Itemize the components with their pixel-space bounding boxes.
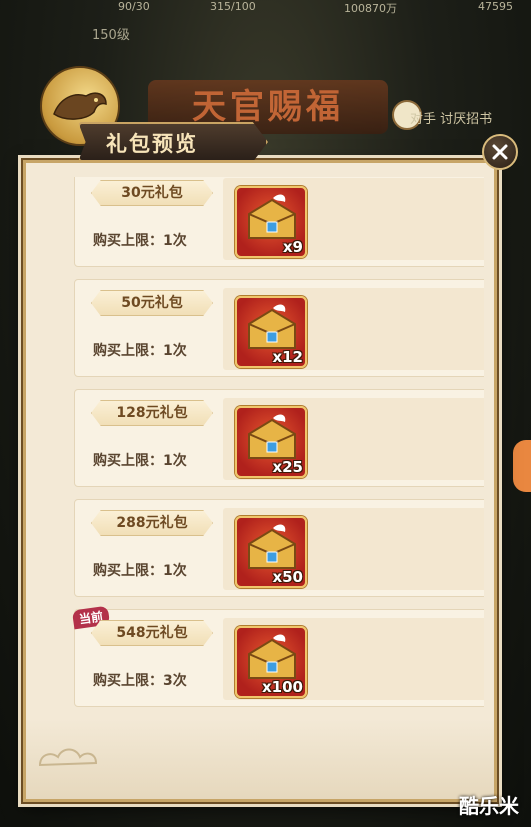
- package-row: 50元礼包 购买上限：1次 x12: [74, 279, 484, 377]
- package-name: 288元礼包: [91, 510, 213, 536]
- player-level: 150级: [92, 28, 130, 43]
- cloud-icon: [38, 748, 98, 767]
- purchase-limit: 购买上限：1次: [93, 233, 187, 249]
- treasure-chest-icon[interactable]: x9: [235, 186, 307, 258]
- watermark-text: 酷乐米: [459, 794, 519, 818]
- hud-stat-3: 100870万: [344, 2, 397, 15]
- close-button[interactable]: [482, 134, 518, 170]
- package-name: 30元礼包: [91, 180, 213, 206]
- game-hud: 90/30 315/100 100870万 47595 150级: [0, 0, 531, 60]
- item-quantity: x9: [282, 238, 303, 256]
- item-quantity: x50: [272, 568, 303, 586]
- dialog-title: 礼包预览: [106, 132, 198, 156]
- reward-area: x12: [223, 288, 484, 370]
- cloud-decoration: [26, 719, 494, 799]
- gift-pack-dialog: 30元礼包 购买上限：1次 x9 50元礼包 购买上限：1次 x12 128元礼…: [21, 158, 499, 804]
- hud-stat-4: 47595: [478, 0, 513, 13]
- treasure-chest-icon[interactable]: x25: [235, 406, 307, 478]
- item-quantity: x25: [272, 458, 303, 476]
- treasure-chest-icon[interactable]: x12: [235, 296, 307, 368]
- package-row: 30元礼包 购买上限：1次 x9: [74, 177, 484, 267]
- package-name: 128元礼包: [91, 400, 213, 426]
- purchase-limit: 购买上限：3次: [93, 673, 187, 689]
- package-row: 288元礼包 购买上限：1次 x50: [74, 499, 484, 597]
- treasure-chest-icon[interactable]: x50: [235, 516, 307, 588]
- package-name: 548元礼包: [91, 620, 213, 646]
- hud-stat-1: 90/30: [118, 0, 150, 13]
- hud-stat-2: 315/100: [210, 0, 256, 13]
- package-row: 128元礼包 购买上限：1次 x25: [74, 389, 484, 487]
- reward-area: x50: [223, 508, 484, 590]
- item-quantity: x12: [272, 348, 303, 366]
- background-menu-text: 对手 讨厌招书: [410, 112, 493, 127]
- beast-icon: [53, 92, 107, 120]
- reward-area: x100: [223, 618, 484, 700]
- reward-area: x9: [223, 178, 484, 260]
- purchase-limit: 购买上限：1次: [93, 453, 187, 469]
- side-tab-button: [513, 440, 531, 492]
- purchase-limit: 购买上限：1次: [93, 563, 187, 579]
- reward-area: x25: [223, 398, 484, 480]
- close-icon: [492, 144, 508, 160]
- dialog-title-emblem: 礼包预览: [6, 66, 276, 164]
- item-quantity: x100: [262, 678, 303, 696]
- package-name: 50元礼包: [91, 290, 213, 316]
- treasure-chest-icon[interactable]: x100: [235, 626, 307, 698]
- package-row-current: 当前 548元礼包 购买上限：3次 x100: [71, 605, 484, 707]
- package-list-viewport[interactable]: 30元礼包 购买上限：1次 x9 50元礼包 购买上限：1次 x12 128元礼…: [48, 177, 484, 717]
- purchase-limit: 购买上限：1次: [93, 343, 187, 359]
